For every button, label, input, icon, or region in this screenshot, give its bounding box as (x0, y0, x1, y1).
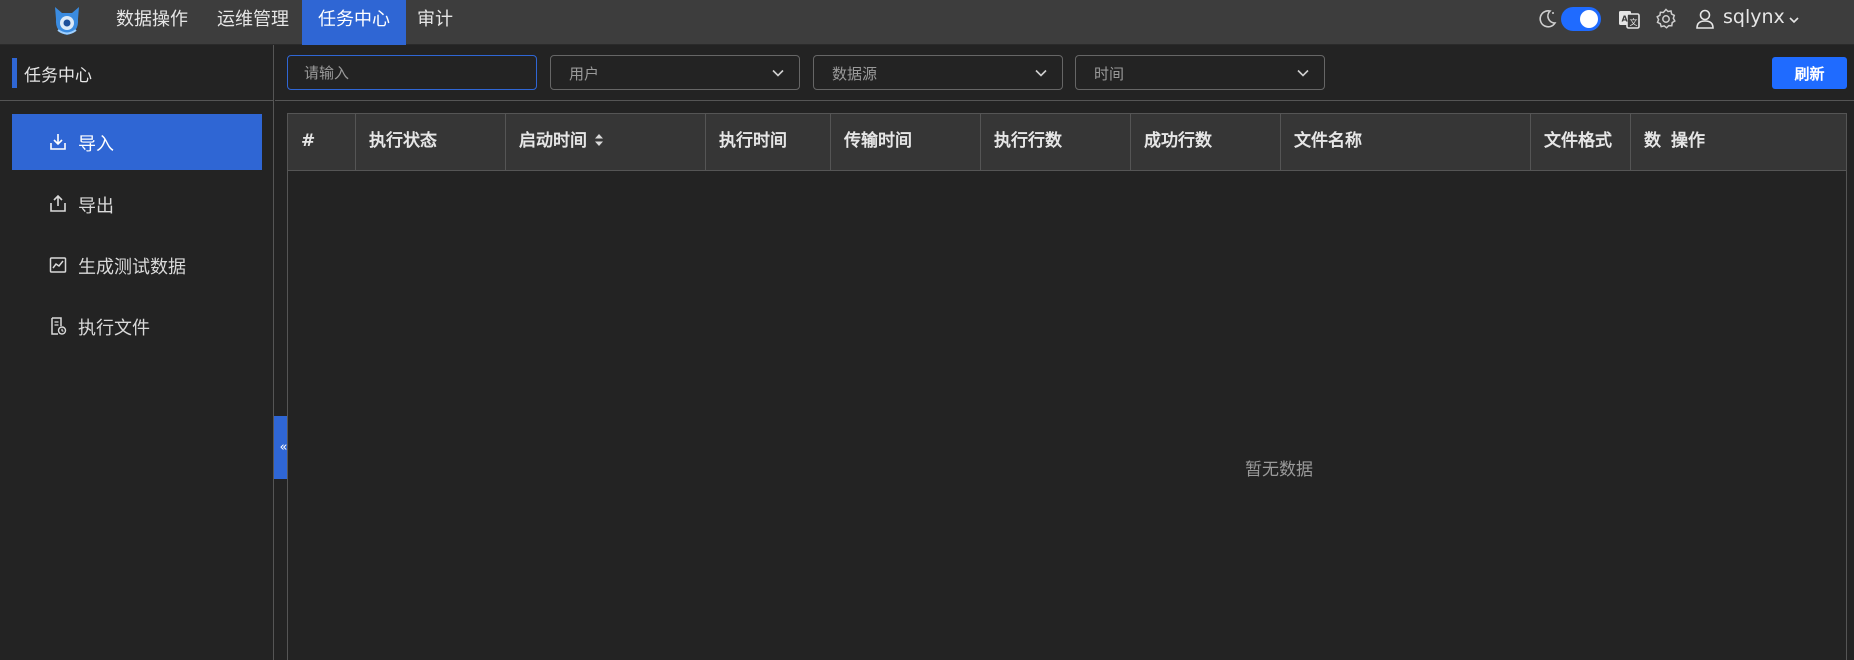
nav-audit[interactable]: 审计 (401, 0, 469, 45)
time-select-placeholder: 时间 (1094, 65, 1125, 83)
datasource-select[interactable]: 数据源 (813, 55, 1063, 90)
translate-icon[interactable]: A 文 (1617, 8, 1641, 30)
user-select[interactable]: 用户 (550, 55, 800, 90)
nav-task-center[interactable]: 任务中心 (302, 0, 406, 45)
chart-icon (49, 257, 67, 273)
user-select-placeholder: 用户 (569, 65, 600, 83)
sort-icon[interactable] (593, 132, 605, 148)
column-header-exec-rows: 执行行数 (981, 114, 1131, 171)
sidebar-item-export[interactable]: 导出 (12, 176, 262, 232)
column-header-data-actions: 数操作 (1631, 114, 1846, 171)
chevron-down-icon (1297, 69, 1309, 77)
sidebar-item-generate-test-data[interactable]: 生成测试数据 (12, 237, 262, 293)
theme-toggle[interactable] (1561, 7, 1601, 31)
sidebar-item-label: 导入 (78, 134, 114, 155)
column-header-transfer-time: 传输时间 (831, 114, 981, 171)
column-header-data: 数 (1644, 131, 1661, 151)
chevron-down-icon (1035, 69, 1047, 77)
svg-text:A: A (1622, 15, 1629, 24)
sidebar-header: 任务中心 (0, 45, 274, 101)
datasource-select-placeholder: 数据源 (832, 65, 878, 83)
sidebar-item-import[interactable]: 导入 (12, 114, 262, 170)
sidebar-item-execute-file[interactable]: 执行文件 (12, 298, 262, 354)
username-label[interactable]: sqlynx (1723, 6, 1785, 28)
task-table: # 执行状态 启动时间 执行时间 传输时间 执行行数 成功行数 文件名称 文件格… (287, 113, 1847, 660)
import-icon (50, 134, 66, 150)
column-header-file-format: 文件格式 (1531, 114, 1631, 171)
filter-toolbar: 用户 数据源 时间 刷新 (275, 45, 1854, 101)
top-navigation-bar: 数据操作 运维管理 任务中心 审计 A 文 sqlynx (0, 0, 1854, 45)
table-header: # 执行状态 启动时间 执行时间 传输时间 执行行数 成功行数 文件名称 文件格… (288, 114, 1846, 171)
column-header-label: 启动时间 (519, 131, 587, 151)
app-logo[interactable] (52, 4, 82, 38)
sidebar-item-label: 导出 (78, 196, 114, 217)
file-icon (51, 317, 67, 335)
sidebar-item-label: 生成测试数据 (78, 257, 186, 278)
column-header-actions: 操作 (1671, 131, 1705, 151)
column-header-start-time[interactable]: 启动时间 (506, 114, 706, 171)
sidebar-accent-bar (12, 58, 17, 88)
keyword-search-input[interactable] (287, 55, 537, 90)
gear-icon[interactable] (1654, 7, 1678, 31)
empty-state-text: 暂无数据 (1245, 460, 1313, 480)
nav-data-operation[interactable]: 数据操作 (100, 0, 204, 45)
sidebar-title: 任务中心 (24, 66, 92, 86)
column-header-file-name: 文件名称 (1281, 114, 1531, 171)
column-header-success-rows: 成功行数 (1131, 114, 1281, 171)
column-header-status: 执行状态 (356, 114, 506, 171)
column-header-exec-time: 执行时间 (706, 114, 831, 171)
user-icon[interactable] (1694, 8, 1716, 30)
chevron-down-icon (772, 69, 784, 77)
export-icon (50, 194, 66, 212)
time-select[interactable]: 时间 (1075, 55, 1325, 90)
nav-ops-management[interactable]: 运维管理 (201, 0, 305, 45)
column-header-index: # (288, 114, 356, 171)
svg-text:文: 文 (1630, 17, 1638, 27)
sidebar: 任务中心 导入 导出 生成测试数据 执行文件 (0, 45, 274, 660)
moon-icon (1539, 10, 1557, 28)
chevron-down-icon[interactable] (1787, 13, 1801, 27)
refresh-button[interactable]: 刷新 (1772, 57, 1847, 89)
sidebar-item-label: 执行文件 (78, 318, 150, 339)
